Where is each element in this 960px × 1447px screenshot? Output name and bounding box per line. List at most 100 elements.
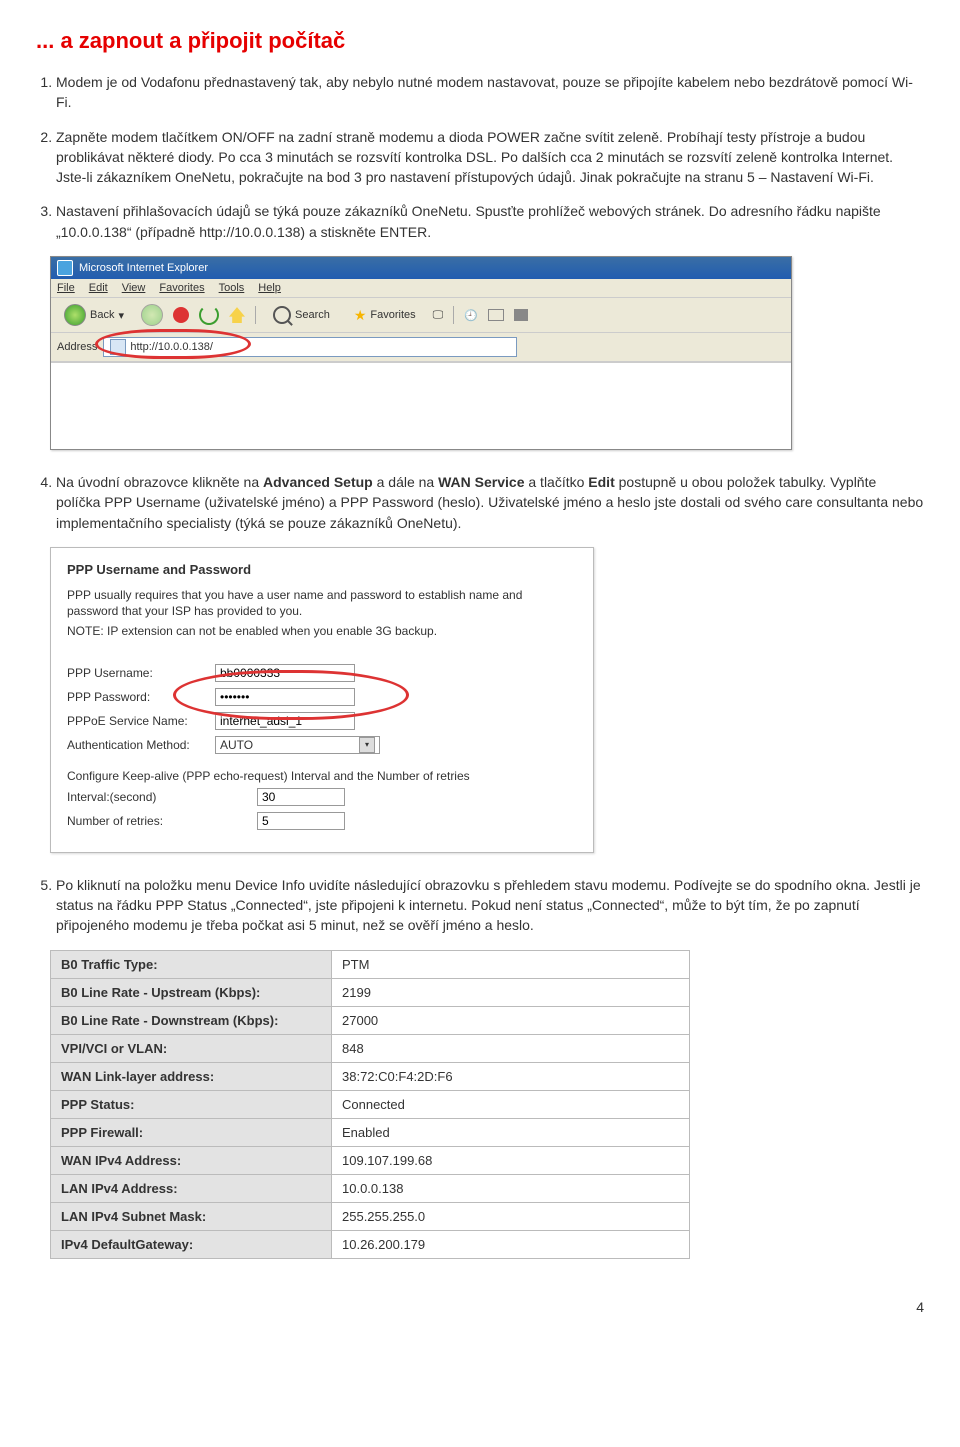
status-value: 38:72:C0:F4:2D:F6 <box>332 1062 690 1090</box>
table-row: WAN IPv4 Address:109.107.199.68 <box>51 1146 690 1174</box>
instruction-list: Po kliknutí na položku menu Device Info … <box>36 875 924 936</box>
status-value: 848 <box>332 1034 690 1062</box>
star-icon: ★ <box>354 307 367 324</box>
text-bold: WAN Service <box>438 474 524 490</box>
status-value: 27000 <box>332 1006 690 1034</box>
back-label: Back <box>90 309 114 321</box>
status-key: VPI/VCI or VLAN: <box>51 1034 332 1062</box>
status-key: B0 Line Rate - Downstream (Kbps): <box>51 1006 332 1034</box>
search-label: Search <box>295 309 330 321</box>
back-button[interactable]: Back ▾ <box>57 302 131 328</box>
instruction-list: Modem je od Vodafonu přednastavený tak, … <box>36 72 924 242</box>
menu-help[interactable]: Help <box>258 282 281 294</box>
table-row: B0 Line Rate - Downstream (Kbps):27000 <box>51 1006 690 1034</box>
status-value: 109.107.199.68 <box>332 1146 690 1174</box>
favorites-button[interactable]: ★Favorites <box>347 305 423 326</box>
status-value: PTM <box>332 950 690 978</box>
table-row: LAN IPv4 Address:10.0.0.138 <box>51 1174 690 1202</box>
menu-bar: File Edit View Favorites Tools Help <box>51 279 791 298</box>
forward-button[interactable] <box>141 304 163 326</box>
list-item: Zapněte modem tlačítkem ON/OFF na zadní … <box>56 127 924 188</box>
table-row: PPP Firewall:Enabled <box>51 1118 690 1146</box>
list-item: Nastavení přihlašovacích údajů se týká p… <box>56 201 924 242</box>
search-icon <box>273 306 291 324</box>
text: a dále na <box>373 474 438 490</box>
home-button[interactable] <box>229 307 245 323</box>
text-bold: Edit <box>588 474 614 490</box>
auth-value: AUTO <box>220 738 253 752</box>
page-title: ... a zapnout a připojit počítač <box>36 28 924 54</box>
page-number: 4 <box>36 1299 924 1315</box>
service-label: PPPoE Service Name: <box>67 714 215 728</box>
status-key: PPP Status: <box>51 1090 332 1118</box>
mail-icon[interactable] <box>488 309 504 321</box>
list-item: Na úvodní obrazovce klikněte na Advanced… <box>56 472 924 533</box>
keepalive-label: Configure Keep-alive (PPP echo-request) … <box>67 768 577 784</box>
retries-label: Number of retries: <box>67 814 257 828</box>
status-key: PPP Firewall: <box>51 1118 332 1146</box>
list-item: Modem je od Vodafonu přednastavený tak, … <box>56 72 924 113</box>
table-row: B0 Line Rate - Upstream (Kbps):2199 <box>51 978 690 1006</box>
ie-icon <box>57 260 73 276</box>
menu-view[interactable]: View <box>122 282 146 294</box>
stop-button[interactable] <box>173 307 189 323</box>
status-value: 10.0.0.138 <box>332 1174 690 1202</box>
status-key: B0 Traffic Type: <box>51 950 332 978</box>
status-value: Enabled <box>332 1118 690 1146</box>
status-value: 10.26.200.179 <box>332 1230 690 1258</box>
separator <box>255 306 256 324</box>
status-key: WAN IPv4 Address: <box>51 1146 332 1174</box>
form-title: PPP Username and Password <box>67 562 577 577</box>
address-label: Address <box>57 341 97 353</box>
form-note: NOTE: IP extension can not be enabled wh… <box>67 623 577 639</box>
form-description: PPP usually requires that you have a use… <box>67 587 577 619</box>
interval-label: Interval:(second) <box>67 790 257 804</box>
table-row: LAN IPv4 Subnet Mask:255.255.255.0 <box>51 1202 690 1230</box>
list-item: Po kliknutí na položku menu Device Info … <box>56 875 924 936</box>
table-row: VPI/VCI or VLAN:848 <box>51 1034 690 1062</box>
menu-edit[interactable]: Edit <box>89 282 108 294</box>
instruction-list: Na úvodní obrazovce klikněte na Advanced… <box>36 472 924 533</box>
separator <box>453 306 454 324</box>
status-value: 255.255.255.0 <box>332 1202 690 1230</box>
favorites-label: Favorites <box>370 309 415 321</box>
text: a tlačítko <box>524 474 588 490</box>
status-value: 2199 <box>332 978 690 1006</box>
table-row: B0 Traffic Type:PTM <box>51 950 690 978</box>
highlight-ellipse <box>173 670 409 720</box>
auth-label: Authentication Method: <box>67 738 215 752</box>
status-key: LAN IPv4 Subnet Mask: <box>51 1202 332 1230</box>
highlight-ellipse <box>95 329 251 359</box>
table-row: WAN Link-layer address:38:72:C0:F4:2D:F6 <box>51 1062 690 1090</box>
text: Na úvodní obrazovce klikněte na <box>56 474 263 490</box>
history-icon[interactable]: 🕘 <box>464 309 478 322</box>
status-key: WAN Link-layer address: <box>51 1062 332 1090</box>
status-key: B0 Line Rate - Upstream (Kbps): <box>51 978 332 1006</box>
search-button[interactable]: Search <box>266 304 337 326</box>
interval-input[interactable] <box>257 788 345 806</box>
chevron-down-icon: ▾ <box>118 309 124 322</box>
menu-file[interactable]: File <box>57 282 75 294</box>
text-bold: Advanced Setup <box>263 474 373 490</box>
status-table: B0 Traffic Type:PTMB0 Line Rate - Upstre… <box>50 950 690 1259</box>
auth-select[interactable]: AUTO ▾ <box>215 736 380 754</box>
window-titlebar: Microsoft Internet Explorer <box>51 257 791 279</box>
menu-tools[interactable]: Tools <box>219 282 245 294</box>
window-title: Microsoft Internet Explorer <box>79 262 208 274</box>
menu-favorites[interactable]: Favorites <box>159 282 204 294</box>
ppp-form-screenshot: PPP Username and Password PPP usually re… <box>50 547 594 853</box>
browser-screenshot: Microsoft Internet Explorer File Edit Vi… <box>50 256 792 450</box>
username-label: PPP Username: <box>67 666 215 680</box>
media-icon[interactable]: 🖵 <box>433 309 444 322</box>
table-row: IPv4 DefaultGateway:10.26.200.179 <box>51 1230 690 1258</box>
refresh-button[interactable] <box>199 305 219 325</box>
print-icon[interactable] <box>514 309 528 321</box>
status-value: Connected <box>332 1090 690 1118</box>
chevron-down-icon: ▾ <box>359 737 375 753</box>
status-key: IPv4 DefaultGateway: <box>51 1230 332 1258</box>
toolbar: Back ▾ Search ★Favorites 🖵 🕘 <box>51 298 791 333</box>
retries-input[interactable] <box>257 812 345 830</box>
table-row: PPP Status:Connected <box>51 1090 690 1118</box>
browser-viewport <box>51 362 791 449</box>
back-icon <box>64 304 86 326</box>
